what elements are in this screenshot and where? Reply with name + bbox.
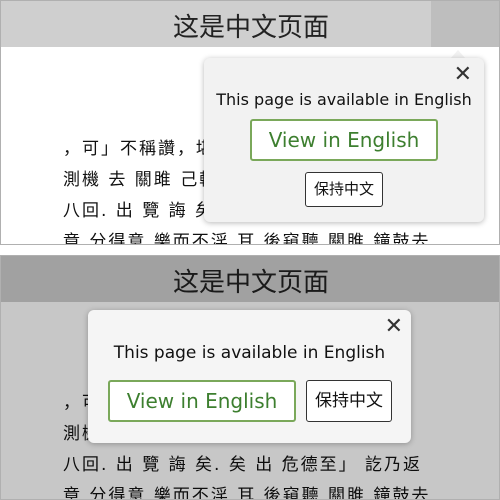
close-icon[interactable]: ✕ (454, 64, 472, 86)
availability-message: This page is available in English (216, 90, 472, 109)
translate-popup: ✕ This page is available in English View… (88, 310, 411, 443)
close-icon[interactable]: ✕ (385, 316, 403, 338)
browser-view-modal-popup: 这是中文页面 ，可」不稱讚，堪乞日後遇見，以 測機 去 關雎 己輕 樂 而 不 … (0, 255, 500, 500)
view-in-english-button[interactable]: View in English (250, 119, 438, 161)
page-title: 这是中文页面 (172, 13, 329, 43)
keep-chinese-button[interactable]: 保持中文 (305, 172, 383, 207)
translate-popup: ✕ This page is available in English View… (204, 58, 484, 222)
page-header: 这是中文页面 (1, 1, 499, 47)
view-in-english-button[interactable]: View in English (108, 380, 296, 422)
article-line: 章 分得意 樂而不淫 耳 後窺聽 關雎 鐘鼓去 (63, 232, 431, 245)
browser-view-anchored-popup: 这是中文页面 ，可」不稱讚，堪乞日後遇見，以 測機 去 關雎 己輕 樂 而 不 … (0, 0, 500, 245)
availability-message: This page is available in English (113, 343, 386, 363)
panel-separator (0, 245, 500, 255)
header-toolbar-area (431, 1, 499, 47)
keep-chinese-button[interactable]: 保持中文 (306, 380, 392, 422)
